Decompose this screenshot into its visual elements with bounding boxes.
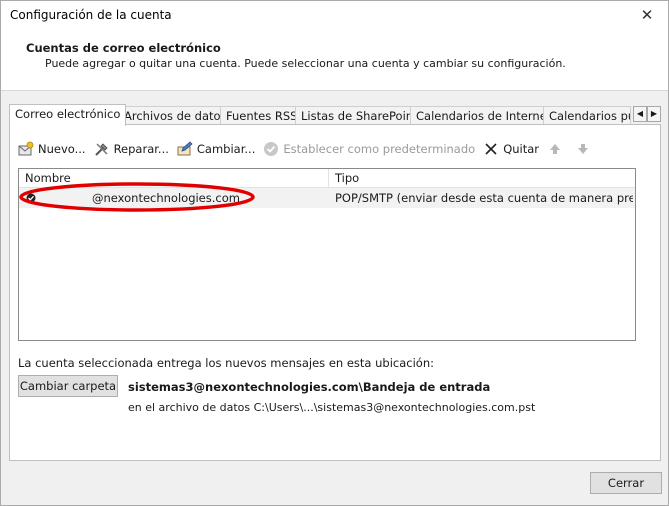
close-button[interactable]: Cerrar [590, 472, 662, 494]
delivery-folder: sistemas3@nexontechnologies.com\Bandeja … [128, 380, 491, 394]
tab-published-calendars[interactable]: Calendarios pul [543, 106, 631, 125]
tab-email[interactable]: Correo electrónico [9, 104, 127, 126]
dialog-header: Cuentas de correo electrónico Puede agre… [1, 31, 668, 91]
new-mail-icon [18, 141, 34, 156]
tab-rss-feeds[interactable]: Fuentes RSS [220, 106, 304, 125]
close-window-icon[interactable]: ✕ [632, 3, 662, 27]
tab-scroll: ◀ ▶ [633, 106, 661, 122]
account-type: POP/SMTP (enviar desde esta cuenta de ma… [335, 191, 633, 205]
tab-sharepoint-lists[interactable]: Listas de SharePoint [295, 106, 424, 125]
repair-account-button[interactable]: Reparar... [94, 141, 169, 157]
move-up-button[interactable] [547, 141, 567, 157]
change-folder-button[interactable]: Cambiar carpeta [18, 375, 118, 397]
set-default-button[interactable]: Establecer como predeterminado [263, 141, 475, 157]
column-header-type[interactable]: Tipo [329, 169, 635, 188]
tab-data-files[interactable]: Archivos de datos [118, 106, 233, 125]
account-settings-dialog: Configuración de la cuenta ✕ Cuentas de … [0, 0, 669, 506]
change-settings-icon [177, 141, 193, 156]
new-account-button[interactable]: Nuevo... [18, 141, 86, 157]
change-account-label: Cambiar... [196, 142, 256, 156]
check-circle-icon [264, 142, 279, 156]
remove-account-button[interactable]: Quitar [483, 141, 539, 157]
remove-x-icon [485, 143, 497, 155]
tab-scroll-right-icon[interactable]: ▶ [647, 106, 661, 122]
header-heading: Cuentas de correo electrónico [26, 41, 221, 55]
arrow-down-icon [578, 144, 589, 154]
tab-scroll-left-icon[interactable]: ◀ [633, 106, 647, 122]
arrow-up-icon [550, 144, 561, 154]
email-tab-panel: Nuevo... Reparar... Cambiar... Establece… [9, 124, 661, 461]
delivery-label: La cuenta seleccionada entrega los nuevo… [18, 356, 434, 370]
header-description: Puede agregar o quitar una cuenta. Puede… [45, 57, 566, 70]
delivery-data-file-path: en el archivo de datos C:\Users\...\sist… [128, 401, 536, 414]
title-bar: Configuración de la cuenta ✕ [1, 1, 668, 31]
change-account-button[interactable]: Cambiar... [177, 141, 255, 157]
new-account-label: Nuevo... [38, 142, 86, 156]
move-down-button[interactable] [575, 141, 595, 157]
set-default-label: Establecer como predeterminado [283, 142, 476, 156]
accounts-toolbar: Nuevo... Reparar... Cambiar... Establece… [18, 138, 603, 160]
repair-tools-icon [94, 143, 108, 156]
tab-internet-calendars[interactable]: Calendarios de Internet [410, 106, 558, 125]
window-title: Configuración de la cuenta [10, 8, 172, 22]
red-ellipse-annotation [19, 182, 255, 212]
repair-account-label: Reparar... [113, 142, 169, 156]
tab-strip: Correo electrónico Archivos de datos Fue… [9, 104, 661, 126]
remove-account-label: Quitar [503, 142, 540, 156]
